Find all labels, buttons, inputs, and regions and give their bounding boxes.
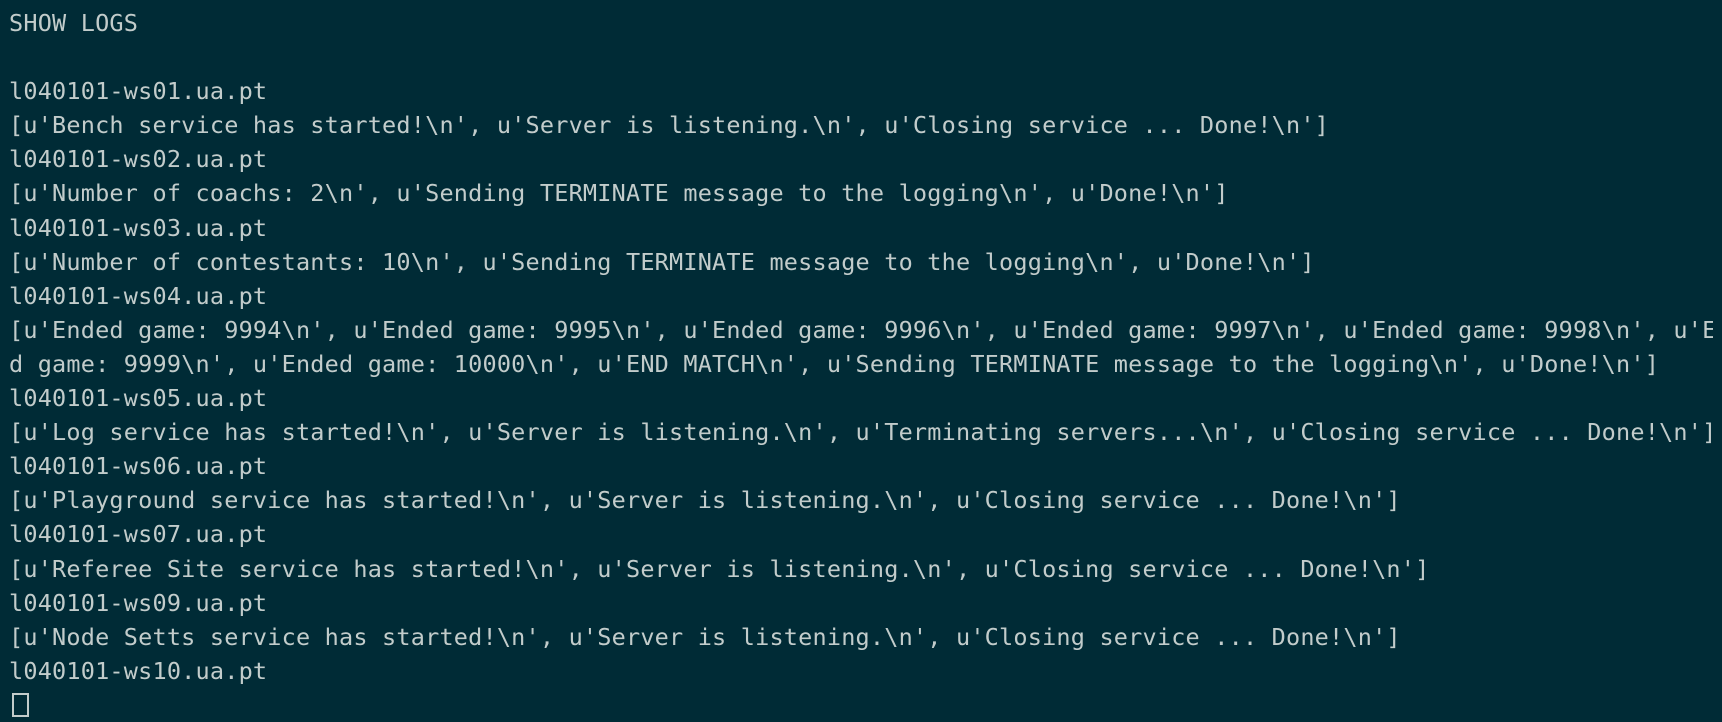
terminal-line-log: [u'Bench service has started!\n', u'Serv… <box>9 111 1330 140</box>
terminal-output[interactable]: SHOW LOGS l040101-ws01.ua.pt [u'Bench se… <box>0 0 1722 722</box>
terminal-line-log: [u'Ended game: 9994\n', u'Ended game: 99… <box>9 315 1713 344</box>
terminal-line-host: l040101-ws01.ua.pt <box>9 77 268 106</box>
terminal-line-log: [u'Number of contestants: 10\n', u'Sendi… <box>9 247 1315 276</box>
terminal-line-host: l040101-ws05.ua.pt <box>9 384 268 413</box>
terminal-line-host: l040101-ws04.ua.pt <box>9 281 268 310</box>
terminal-line-host: l040101-ws06.ua.pt <box>9 452 268 481</box>
terminal-line-host: l040101-ws02.ua.pt <box>9 145 268 174</box>
terminal-line-host: l040101-ws09.ua.pt <box>9 588 268 617</box>
terminal-line-host: l040101-ws07.ua.pt <box>9 520 268 549</box>
terminal-line-log: [u'Referee Site service has started!\n',… <box>9 554 1430 583</box>
terminal-prompt-line[interactable] <box>9 688 1713 722</box>
terminal-line-host: l040101-ws10.ua.pt <box>9 656 268 685</box>
terminal-line-command: SHOW LOGS <box>9 9 139 37</box>
terminal-line-host: l040101-ws03.ua.pt <box>9 213 268 242</box>
terminal-line-log: [u'Node Setts service has started!\n', u… <box>9 622 1401 651</box>
terminal-line-log: [u'Number of coachs: 2\n', u'Sending TER… <box>9 179 1229 208</box>
terminal-line-log-wrapped: d game: 9999\n', u'Ended game: 10000\n',… <box>9 349 1660 378</box>
terminal-line-log: [u'Log service has started!\n', u'Server… <box>9 418 1713 447</box>
text-cursor <box>12 692 29 717</box>
terminal-line-log: [u'Playground service has started!\n', u… <box>9 486 1401 515</box>
